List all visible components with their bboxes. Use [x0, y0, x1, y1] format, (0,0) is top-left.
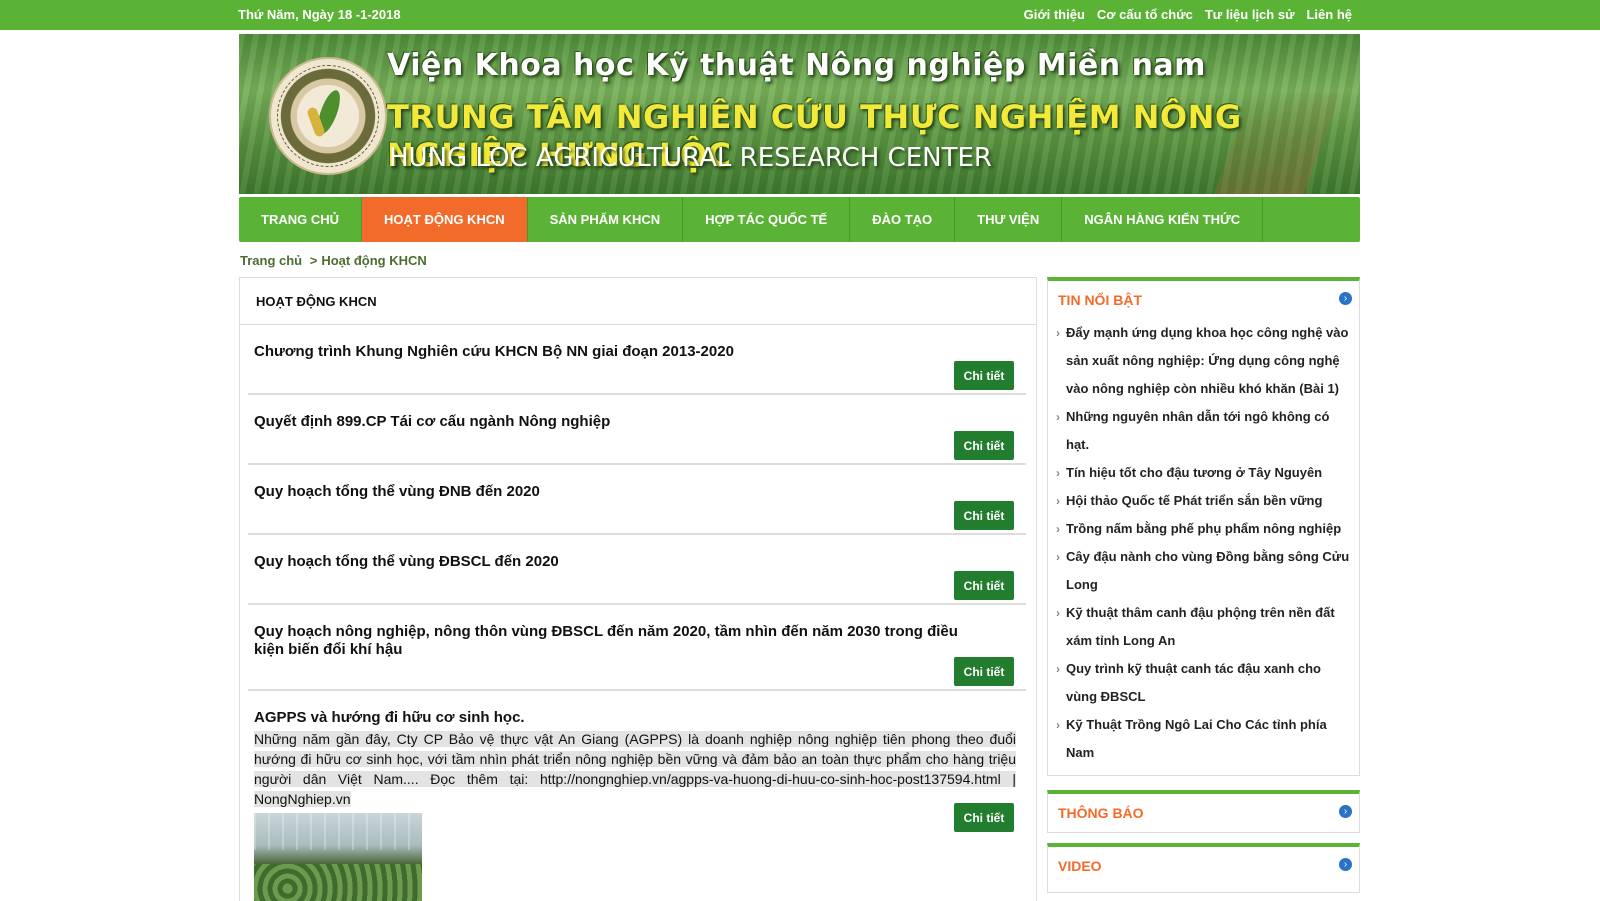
nav-science-activities[interactable]: HOẠT ĐỘNG KHCN [362, 197, 528, 242]
thumbnail-greenhouse-roof [254, 813, 422, 850]
list-item: Quy hoạch tổng thể vùng ĐNB đến 2020 Chi… [248, 465, 1026, 535]
list-item[interactable]: Đẩy mạnh ứng dụng khoa học công nghệ vào… [1056, 319, 1355, 403]
post-thumbnail[interactable] [254, 813, 422, 901]
nav-knowledge-bank[interactable]: NGÂN HÀNG KIẾN THỨC [1062, 197, 1264, 242]
notice-title: THÔNG BÁO [1058, 805, 1144, 821]
arrow-right-icon[interactable]: › [1339, 805, 1352, 818]
post-description: Những năm gần đây, Cty CP Bảo vệ thực vậ… [248, 727, 1026, 809]
post-title[interactable]: Quyết định 899.CP Tái cơ cấu ngành Nông … [248, 395, 1026, 431]
thumbnail-crop-rows [254, 863, 422, 901]
top-link-organization[interactable]: Cơ cấu tổ chức [1097, 7, 1193, 22]
arrow-right-icon[interactable]: › [1339, 858, 1352, 871]
list-item[interactable]: Tín hiệu tốt cho đậu tương ở Tây Nguyên [1056, 459, 1355, 487]
breadcrumb-current[interactable]: Hoạt động KHCN [321, 253, 426, 268]
video-title: VIDEO [1058, 858, 1102, 874]
list-item[interactable]: Kỹ thuật thâm canh đậu phộng trên nền đấ… [1056, 599, 1355, 655]
center-name-english: HUNG LOC AGRICULTURAL RESEARCH CENTER [389, 143, 993, 173]
post-title[interactable]: Quy hoạch tổng thể vùng ĐNB đến 2020 [248, 465, 1026, 501]
header-banner: Viện Khoa học Kỹ thuật Nông nghiệp Miền … [239, 34, 1360, 194]
nav-home[interactable]: TRANG CHỦ [239, 197, 362, 242]
detail-button[interactable]: Chi tiết [954, 803, 1014, 832]
detail-button[interactable]: Chi tiết [954, 657, 1014, 686]
nav-library[interactable]: THƯ VIỆN [955, 197, 1063, 242]
list-item: Quyết định 899.CP Tái cơ cấu ngành Nông … [248, 395, 1026, 465]
institute-name: Viện Khoa học Kỹ thuật Nông nghiệp Miền … [387, 48, 1206, 83]
top-link-contact[interactable]: Liên hệ [1306, 7, 1352, 22]
list-item[interactable]: Những nguyên nhân dẫn tới ngô không có h… [1056, 403, 1355, 459]
sidebar: TIN NỔI BẬT › Đẩy mạnh ứng dụng khoa học… [1047, 277, 1360, 893]
video-box: VIDEO › [1047, 843, 1360, 893]
post-title[interactable]: Quy hoạch nông nghiệp, nông thôn vùng ĐB… [248, 605, 1026, 659]
current-date: Thứ Năm, Ngày 18 -1-2018 [238, 7, 401, 22]
nav-science-products[interactable]: SẢN PHẨM KHCN [528, 197, 684, 242]
top-link-about[interactable]: Giới thiệu [1024, 7, 1085, 22]
list-item: Chương trình Khung Nghiên cứu KHCN Bộ NN… [248, 325, 1026, 395]
list-item[interactable]: Kỹ Thuật Trồng Ngô Lai Cho Các tỉnh phía… [1056, 711, 1355, 767]
breadcrumb-home[interactable]: Trang chủ [240, 253, 302, 268]
featured-news-title: TIN NỔI BẬT [1058, 292, 1142, 308]
list-item[interactable]: Hội thảo Quốc tế Phát triển sắn bền vững [1056, 487, 1355, 515]
detail-button[interactable]: Chi tiết [954, 431, 1014, 460]
list-item[interactable]: Trồng nấm bằng phế phụ phẩm nông nghiệp [1056, 515, 1355, 543]
main-nav: TRANG CHỦ HOẠT ĐỘNG KHCN SẢN PHẨM KHCN H… [239, 197, 1360, 242]
top-bar: Thứ Năm, Ngày 18 -1-2018 Giới thiệu Cơ c… [0, 0, 1600, 30]
section-heading: HOẠT ĐỘNG KHCN [240, 278, 1036, 325]
nav-international-cooperation[interactable]: HỢP TÁC QUỐC TẾ [683, 197, 851, 242]
center-logo[interactable] [269, 57, 387, 175]
list-item: Quy hoạch tổng thể vùng ĐBSCL đến 2020 C… [248, 535, 1026, 605]
list-item[interactable]: Cây đậu nành cho vùng Đồng bằng sông Cửu… [1056, 543, 1355, 599]
arrow-right-icon[interactable]: › [1339, 292, 1352, 305]
list-item: AGPPS và hướng đi hữu cơ sinh học. Những… [248, 691, 1026, 901]
detail-button[interactable]: Chi tiết [954, 501, 1014, 530]
breadcrumb: Trang chủ > Hoạt động KHCN [240, 253, 431, 268]
featured-news-list: Đẩy mạnh ứng dụng khoa học công nghệ vào… [1048, 319, 1359, 775]
detail-button[interactable]: Chi tiết [954, 361, 1014, 390]
notice-box: THÔNG BÁO › [1047, 790, 1360, 833]
post-title[interactable]: AGPPS và hướng đi hữu cơ sinh học. [248, 691, 1026, 727]
breadcrumb-separator: > [309, 253, 318, 268]
post-title[interactable]: Chương trình Khung Nghiên cứu KHCN Bộ NN… [248, 325, 1026, 361]
post-description-text: Những năm gần đây, Cty CP Bảo vệ thực vậ… [254, 731, 1016, 807]
detail-button[interactable]: Chi tiết [954, 571, 1014, 600]
main-content: HOẠT ĐỘNG KHCN Chương trình Khung Nghiên… [239, 277, 1037, 901]
featured-news-box: TIN NỔI BẬT › Đẩy mạnh ứng dụng khoa học… [1047, 277, 1360, 776]
top-links: Giới thiệu Cơ cấu tổ chức Tư liệu lịch s… [1024, 7, 1352, 22]
top-link-history[interactable]: Tư liệu lịch sử [1205, 7, 1295, 22]
list-item: Quy hoạch nông nghiệp, nông thôn vùng ĐB… [248, 605, 1026, 691]
nav-training[interactable]: ĐÀO TẠO [850, 197, 956, 242]
list-item[interactable]: Quy trình kỹ thuật canh tác đậu xanh cho… [1056, 655, 1355, 711]
post-title[interactable]: Quy hoạch tổng thể vùng ĐBSCL đến 2020 [248, 535, 1026, 571]
